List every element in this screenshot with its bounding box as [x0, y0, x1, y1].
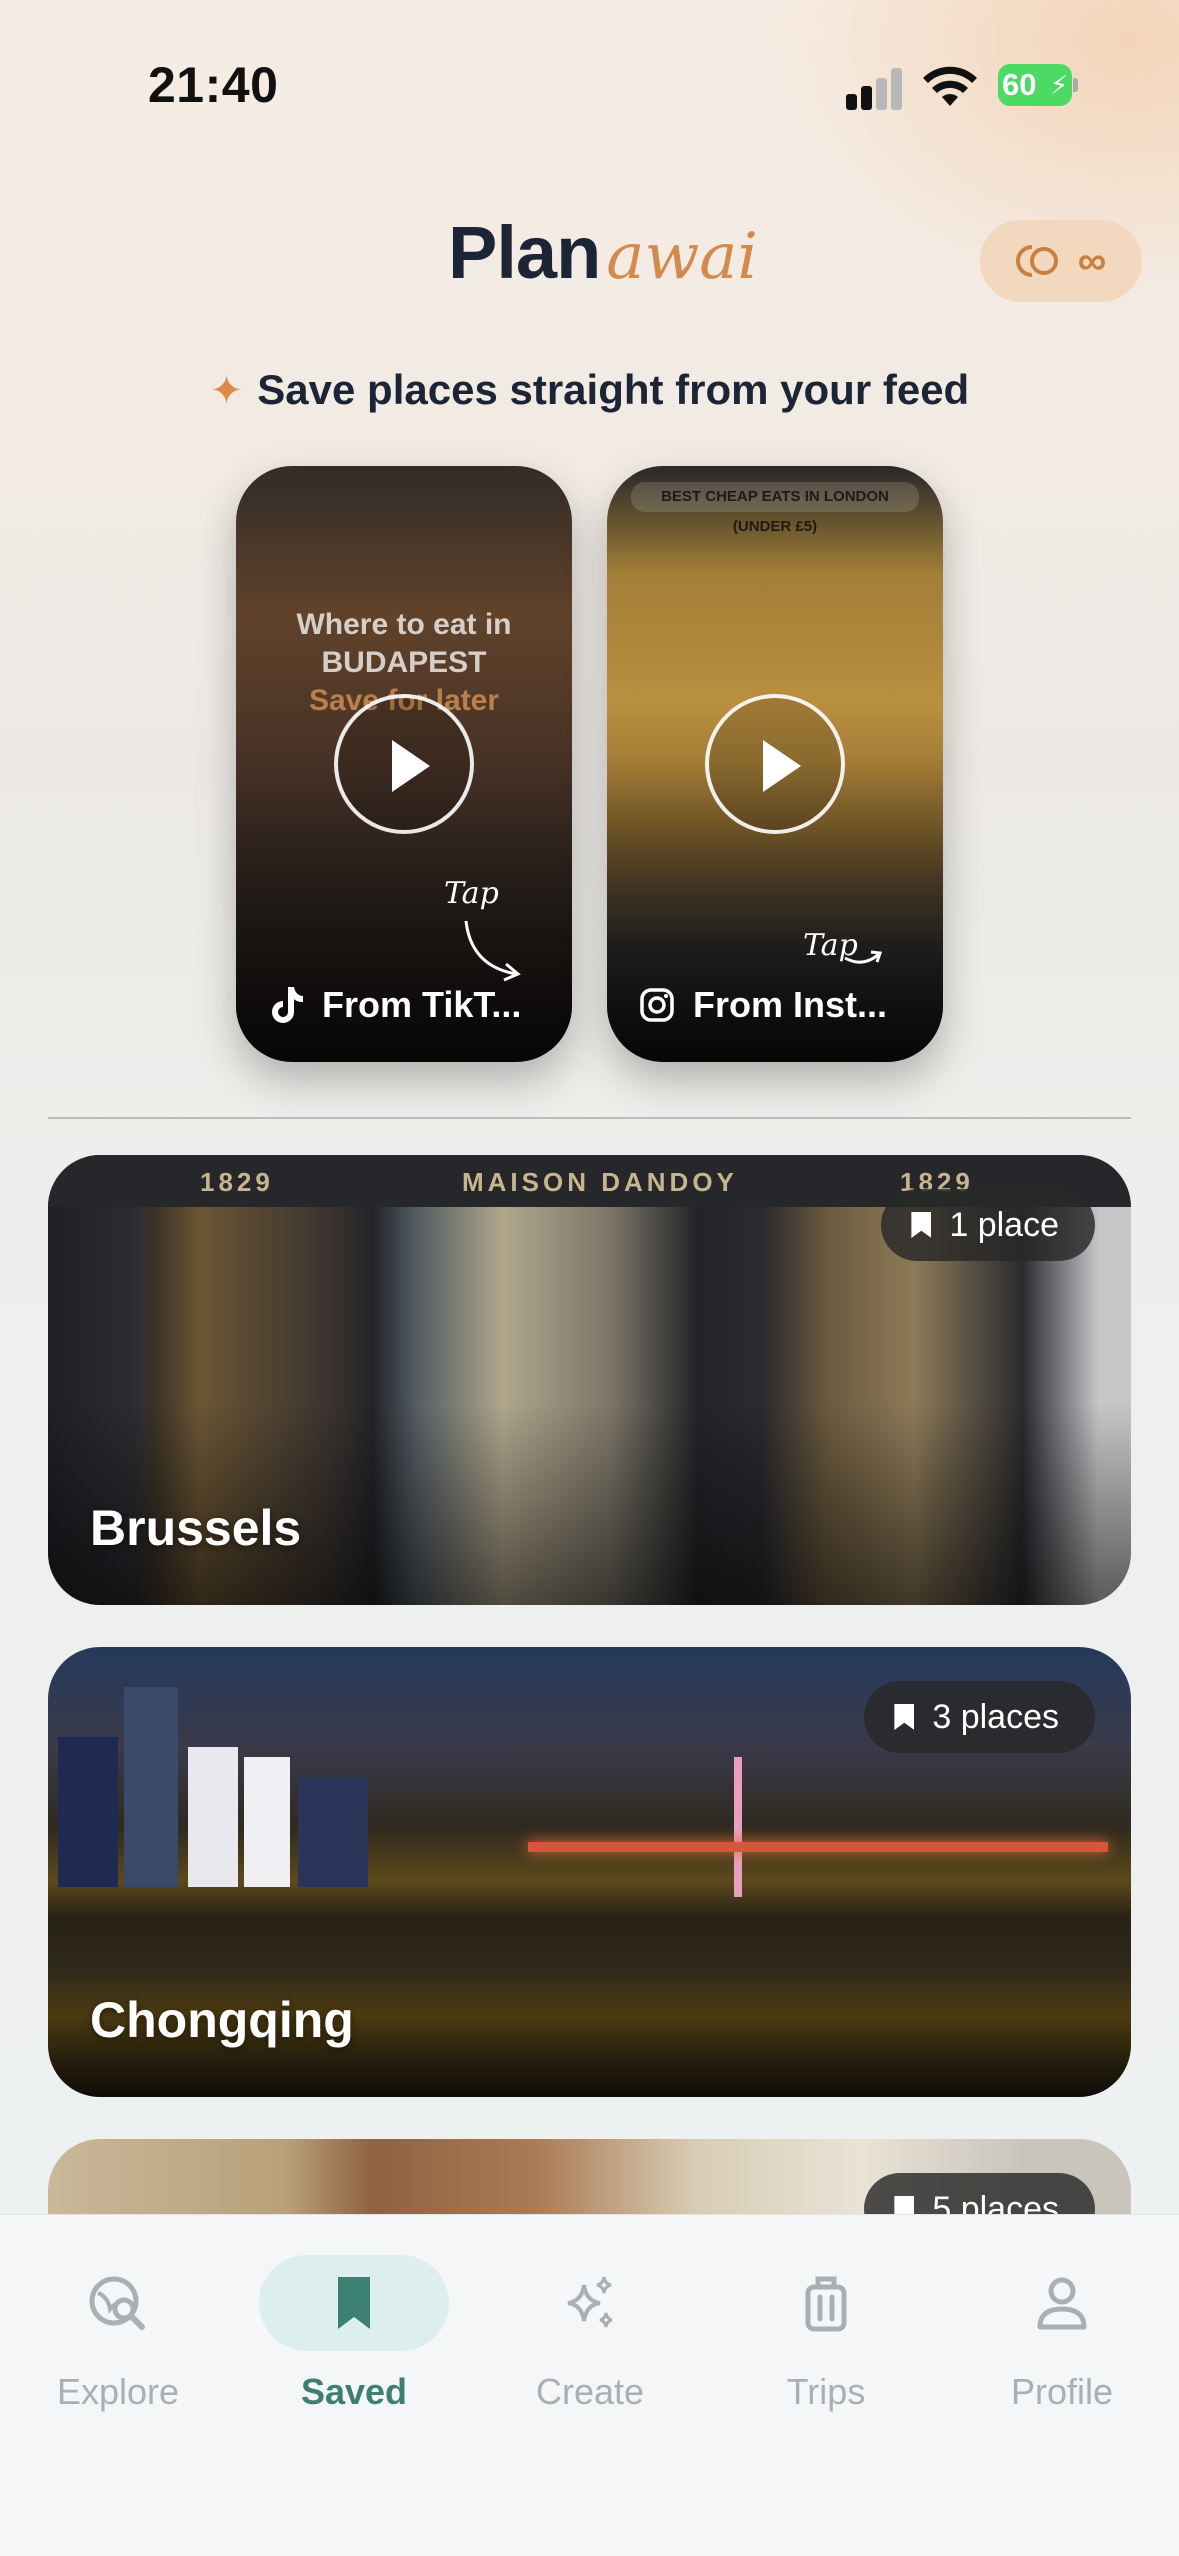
tab-explore[interactable]: Explore — [18, 2255, 218, 2425]
curved-arrow-icon — [844, 950, 883, 964]
tab-bar: Explore Saved Create Trips Profile — [0, 2214, 1179, 2556]
profile-icon — [1037, 2277, 1087, 2330]
tap-hint: Tap — [444, 876, 499, 911]
source-label-instagram: From Inst... — [637, 984, 887, 1026]
instagram-icon — [637, 985, 677, 1025]
source-label-tiktok: From TikT... — [266, 984, 521, 1026]
bookmark-icon — [338, 2277, 370, 2329]
section-divider — [48, 1117, 1131, 1119]
sparkles-icon — [567, 2276, 613, 2328]
wifi-icon — [923, 66, 977, 106]
feed-section-title: ✦ Save places straight from your feed — [209, 366, 970, 413]
tiktok-example-card[interactable]: Where to eat in BUDAPEST Save for later … — [236, 466, 572, 1062]
city-card-brussels[interactable]: 1829 MAISON DANDOY 1829 1 place Brussels — [48, 1155, 1131, 1605]
tiktok-icon — [266, 985, 306, 1025]
tab-trips[interactable]: Trips — [726, 2255, 926, 2425]
sparkles-icon: ✦ — [209, 369, 244, 413]
instagram-example-card[interactable]: BEST CHEAP EATS IN LONDON (UNDER £5) Tap… — [607, 466, 943, 1062]
cellular-signal-icon — [846, 68, 904, 110]
credits-pill[interactable]: ∞ — [980, 220, 1142, 302]
luggage-icon — [805, 2276, 847, 2332]
city-name: Chongqing — [90, 1992, 354, 2048]
bookmark-icon — [894, 1704, 915, 1730]
battery-icon: 60 ⚡ — [998, 64, 1078, 106]
tab-create[interactable]: Create — [490, 2255, 690, 2425]
city-card-chongqing[interactable]: 3 places Chongqing — [48, 1647, 1131, 2097]
places-count-badge: 1 place — [881, 1189, 1095, 1261]
video-overlay-title: BEST CHEAP EATS IN LONDON (UNDER £5) — [631, 482, 919, 535]
infinity-icon: ∞ — [1077, 238, 1107, 283]
play-button[interactable] — [334, 694, 474, 834]
tab-profile[interactable]: Profile — [962, 2255, 1162, 2425]
explore-icon — [89, 2276, 145, 2330]
curved-arrow-icon — [464, 920, 521, 982]
play-button[interactable] — [705, 694, 845, 834]
battery-percent: 60 — [1002, 67, 1037, 102]
logo-awai: awai — [606, 220, 758, 294]
city-name: Brussels — [90, 1500, 302, 1556]
toggle-icon — [1015, 245, 1058, 277]
status-bar: 21:40 60 ⚡ — [0, 0, 1179, 160]
logo-plan: Plan — [448, 211, 601, 294]
status-time: 21:40 — [148, 57, 279, 113]
places-count-badge: 3 places — [864, 1681, 1095, 1753]
app-logo: Planawai — [448, 210, 758, 300]
tab-saved[interactable]: Saved — [254, 2255, 454, 2425]
bookmark-icon — [911, 1212, 932, 1238]
